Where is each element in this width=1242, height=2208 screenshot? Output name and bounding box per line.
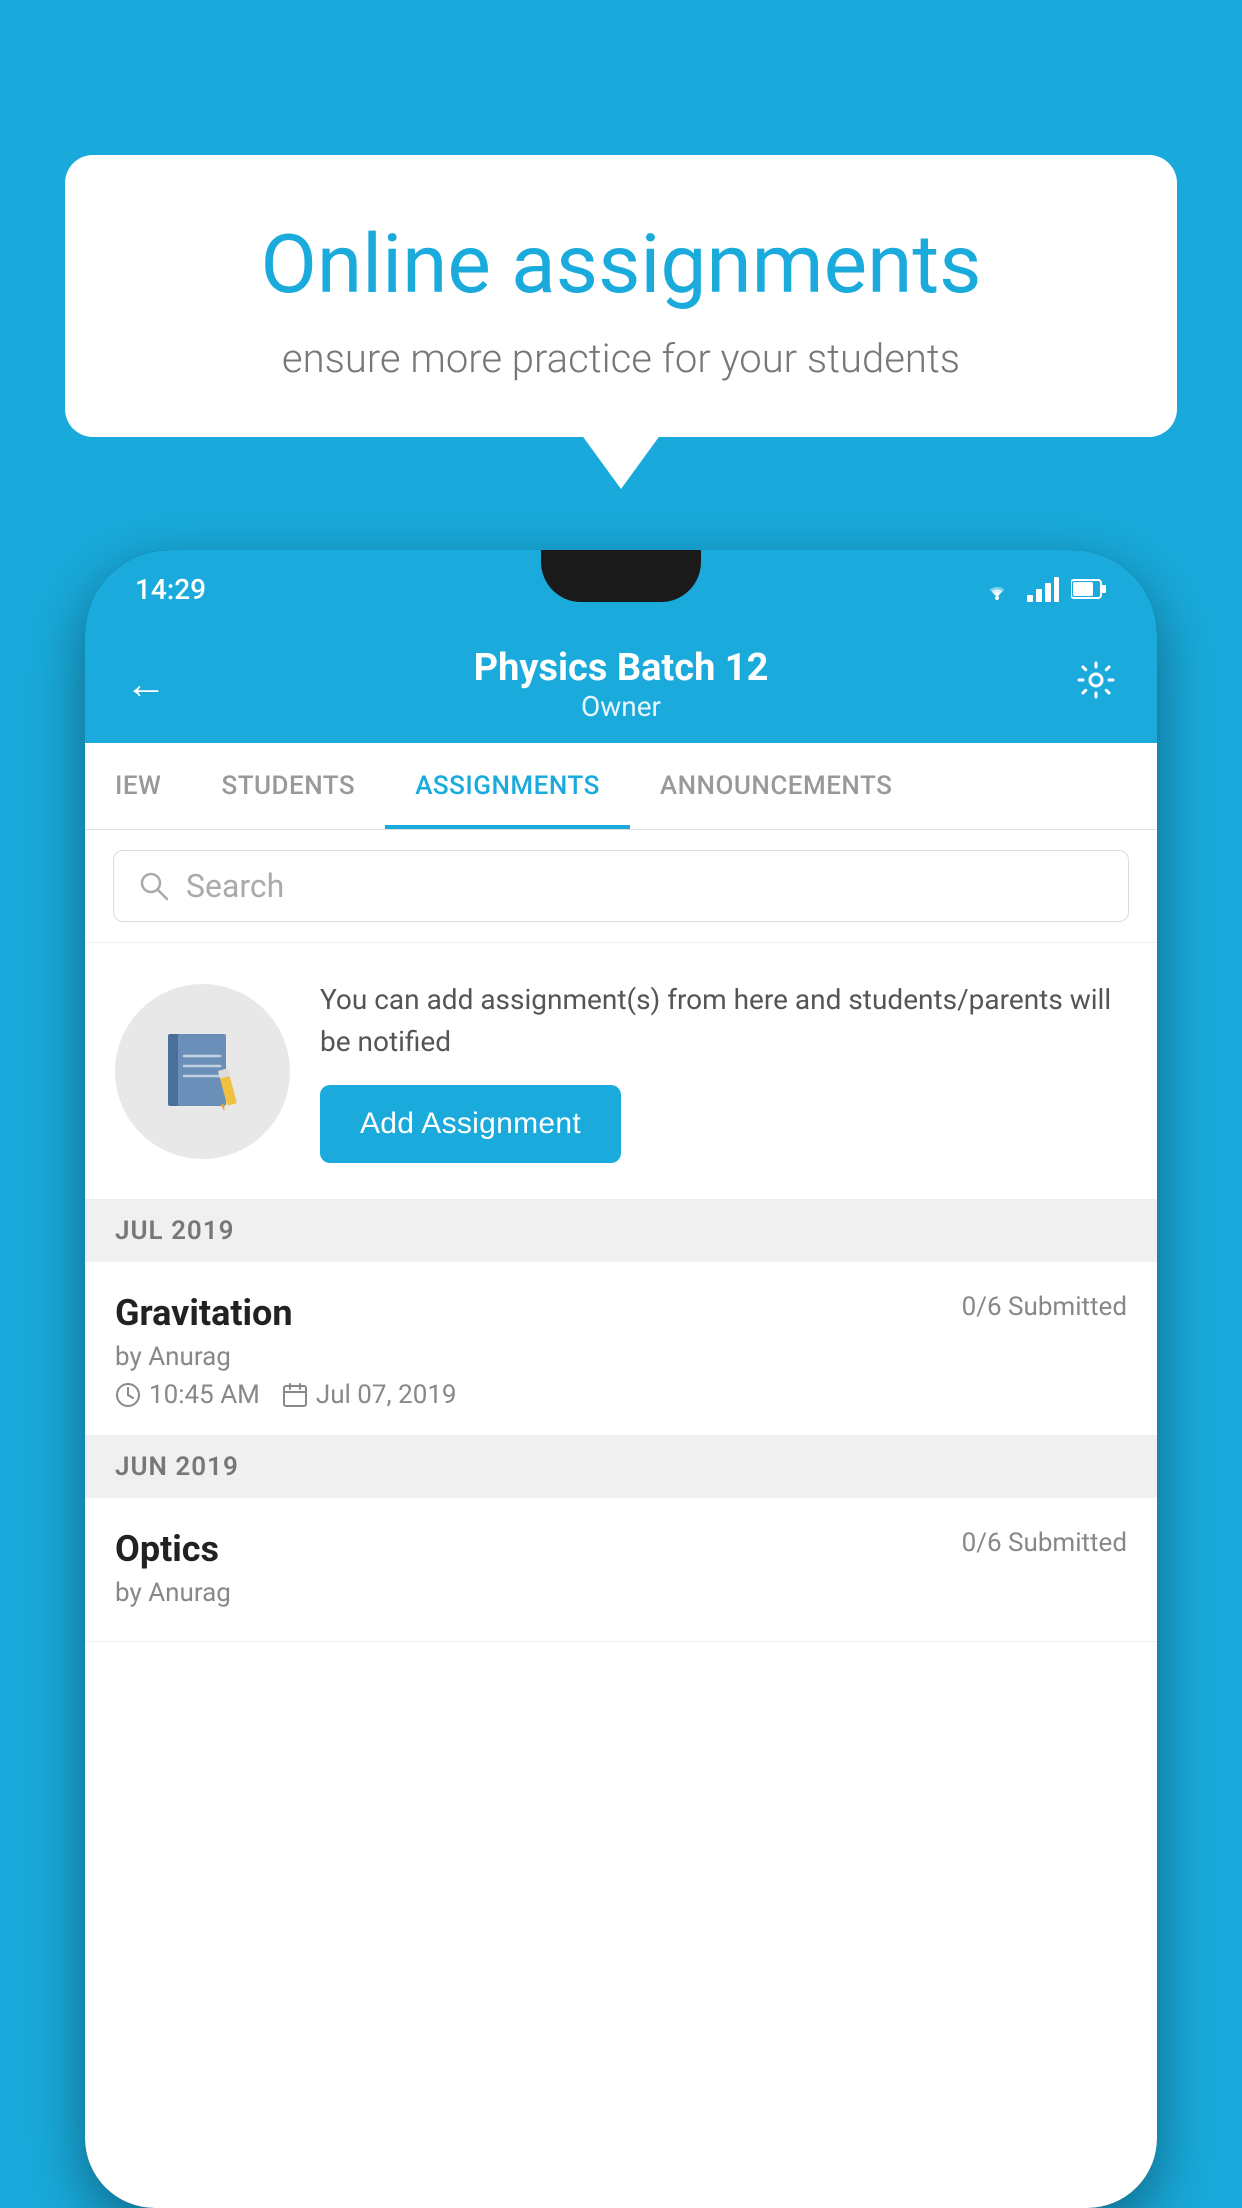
tab-assignments[interactable]: ASSIGNMENTS <box>385 743 630 829</box>
assignment-name-optics: Optics <box>115 1528 219 1570</box>
meta-date: Jul 07, 2019 <box>282 1380 457 1410</box>
assignment-submitted-optics: 0/6 Submitted <box>962 1528 1127 1558</box>
header-center: Physics Batch 12 Owner <box>474 646 769 723</box>
status-time: 14:29 <box>135 573 206 606</box>
gear-icon <box>1075 659 1117 701</box>
notebook-icon <box>158 1026 248 1116</box>
section-jun-label: JUN 2019 <box>115 1452 239 1482</box>
back-button[interactable]: ← <box>125 660 167 709</box>
assignment-meta-gravitation: 10:45 AM Jul 07, 2019 <box>115 1380 1127 1410</box>
search-input-wrap[interactable]: Search <box>113 850 1129 922</box>
tab-bar: IEW STUDENTS ASSIGNMENTS ANNOUNCEMENTS <box>85 743 1157 830</box>
battery-icon <box>1071 578 1107 600</box>
speech-bubble-title: Online assignments <box>135 220 1107 310</box>
section-jun-2019: JUN 2019 <box>85 1436 1157 1498</box>
add-assignment-promo: You can add assignment(s) from here and … <box>85 943 1157 1200</box>
assignment-optics-top-row: Optics 0/6 Submitted <box>115 1528 1127 1570</box>
tab-announcements[interactable]: ANNOUNCEMENTS <box>630 743 923 829</box>
assignment-optics[interactable]: Optics 0/6 Submitted by Anurag <box>85 1498 1157 1642</box>
phone-notch <box>541 550 701 602</box>
meta-time: 10:45 AM <box>115 1380 260 1410</box>
phone-content: Search Yo <box>85 830 1157 2208</box>
assignment-by-optics: by Anurag <box>115 1578 1127 1608</box>
wifi-icon <box>979 575 1015 603</box>
speech-bubble: Online assignments ensure more practice … <box>65 155 1177 437</box>
calendar-icon <box>282 1382 308 1408</box>
promo-icon-circle <box>115 984 290 1159</box>
search-bar: Search <box>85 830 1157 943</box>
signal-icon <box>1027 575 1059 603</box>
speech-bubble-subtitle: ensure more practice for your students <box>135 335 1107 382</box>
search-icon <box>138 870 170 902</box>
assignment-date-gravitation: Jul 07, 2019 <box>316 1380 457 1410</box>
settings-button[interactable] <box>1075 659 1117 711</box>
section-jul-label: JUL 2019 <box>115 1216 235 1246</box>
phone-bottom-space <box>85 1642 1157 1682</box>
assignment-time-gravitation: 10:45 AM <box>149 1380 260 1410</box>
status-icons <box>979 575 1107 603</box>
speech-bubble-container: Online assignments ensure more practice … <box>65 155 1177 437</box>
app-header: ← Physics Batch 12 Owner <box>85 628 1157 743</box>
status-bar: 14:29 <box>85 550 1157 628</box>
tab-students[interactable]: STUDENTS <box>191 743 385 829</box>
search-placeholder: Search <box>186 867 284 905</box>
header-title: Physics Batch 12 <box>474 646 769 690</box>
promo-text: You can add assignment(s) from here and … <box>320 979 1127 1063</box>
add-assignment-button[interactable]: Add Assignment <box>320 1085 621 1163</box>
promo-right: You can add assignment(s) from here and … <box>320 979 1127 1163</box>
assignment-submitted-gravitation: 0/6 Submitted <box>962 1292 1127 1322</box>
section-jul-2019: JUL 2019 <box>85 1200 1157 1262</box>
assignment-gravitation[interactable]: Gravitation 0/6 Submitted by Anurag 10:4… <box>85 1262 1157 1436</box>
tab-iew[interactable]: IEW <box>85 743 191 829</box>
phone-frame: 14:29 ← <box>85 550 1157 2208</box>
clock-icon <box>115 1382 141 1408</box>
header-subtitle: Owner <box>474 690 769 723</box>
assignment-by-gravitation: by Anurag <box>115 1342 1127 1372</box>
assignment-name-gravitation: Gravitation <box>115 1292 293 1334</box>
assignment-top-row: Gravitation 0/6 Submitted <box>115 1292 1127 1334</box>
